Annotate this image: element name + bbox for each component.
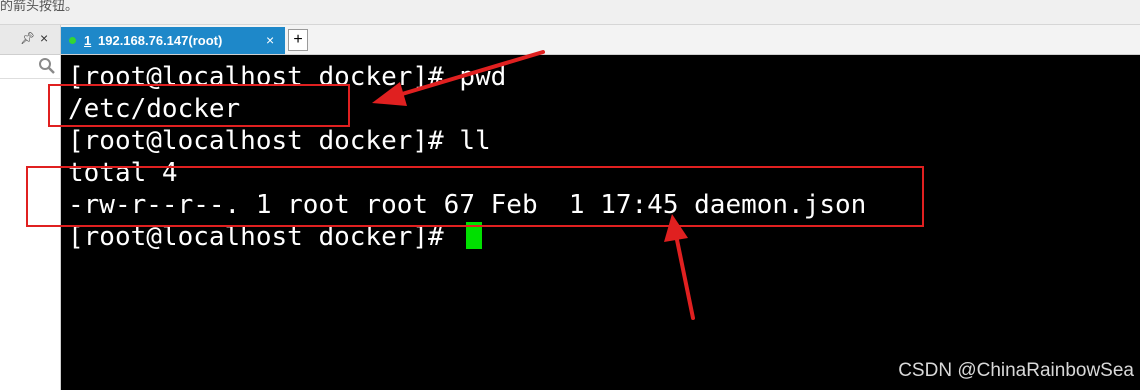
highlight-box-pwd-output	[48, 84, 350, 127]
session-tab[interactable]: 1 192.168.76.147(root) ×	[61, 27, 285, 54]
tab-close-icon[interactable]: ×	[266, 32, 274, 48]
search-row[interactable]	[0, 55, 60, 79]
watermark: CSDN @ChinaRainbowSea	[898, 360, 1134, 381]
panel-header: 📌︎ ×	[0, 25, 60, 55]
tab-label: 192.168.76.147(root)	[98, 33, 223, 48]
tab-bar: 1 192.168.76.147(root) × +	[61, 25, 1140, 55]
pin-icon[interactable]: 📌︎	[20, 31, 35, 45]
tab-number: 1	[84, 33, 92, 48]
terminal-line: [root@localhost docker]# ll	[68, 126, 491, 156]
top-strip-text: 的箭头按钮。	[0, 0, 79, 14]
connection-status-icon	[69, 37, 76, 44]
close-icon[interactable]: ×	[40, 30, 48, 46]
highlight-box-ll-output	[26, 166, 924, 227]
new-tab-button[interactable]: +	[288, 29, 308, 51]
top-strip: 的箭头按钮。	[0, 0, 1140, 25]
search-icon[interactable]	[38, 57, 56, 75]
